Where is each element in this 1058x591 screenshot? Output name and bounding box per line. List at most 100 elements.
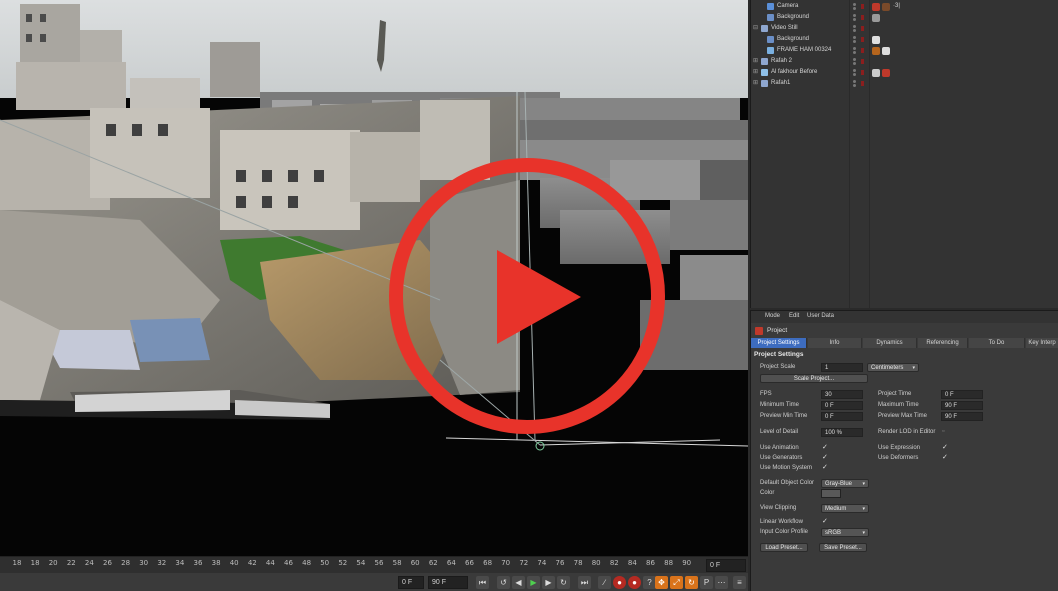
default-object-color-dropdown[interactable]: Gray-Blue ▾ [821, 479, 869, 488]
use-generators-checkbox[interactable]: ✓ [822, 454, 829, 461]
minimum-time-label: Minimum Time [760, 402, 800, 408]
level-of-detail-field[interactable]: 100 % [821, 428, 863, 437]
menu-user-data[interactable]: User Data [807, 313, 834, 319]
color-swatch[interactable] [821, 489, 841, 498]
step-back-button[interactable]: ◀ [512, 576, 525, 589]
timeline-ruler[interactable]: 18 18 20 22 24 26 28 30 32 34 36 38 40 42 44 46 48 50 52 54… [0, 557, 748, 573]
preview-min-time-field[interactable]: 0 F [821, 412, 863, 421]
object-name[interactable]: Al fakhour Before [771, 67, 817, 78]
object-row[interactable]: ⊟ Video Still [751, 23, 1058, 34]
object-name[interactable]: Background [777, 34, 809, 45]
record-pla-button[interactable]: ⋯ [715, 576, 728, 589]
visibility-toggle[interactable] [851, 13, 859, 22]
tab-referencing[interactable]: Referencing [918, 338, 968, 348]
object-row[interactable]: Background [751, 12, 1058, 23]
go-to-start-button[interactable]: ⏮ [476, 576, 489, 589]
timeline-end-field[interactable]: 90 F [428, 576, 468, 589]
menu-mode[interactable]: Mode [765, 313, 780, 319]
attribute-menubar: Mode Edit User Data [751, 311, 1058, 323]
expander-icon[interactable]: ⊟ [753, 23, 758, 34]
use-deformers-checkbox[interactable]: ✓ [942, 454, 949, 461]
tab-key-interpolation[interactable]: Key Interp [1026, 338, 1058, 348]
use-animation-checkbox[interactable]: ✓ [822, 444, 829, 451]
go-to-end-button[interactable]: ⏭ [578, 576, 591, 589]
3d-viewport[interactable] [0, 0, 748, 556]
timeline-tick-label: 20 [48, 559, 58, 567]
object-row[interactable]: Camera ·3| [751, 1, 1058, 12]
object-tag-icon[interactable] [872, 14, 880, 22]
current-frame-field[interactable]: 0 F [706, 559, 746, 572]
expander-icon[interactable]: ⊞ [753, 67, 758, 78]
autokey-button[interactable]: ∕ [598, 576, 611, 589]
play-forward-button[interactable]: ▶ [527, 576, 540, 589]
record-scale-button[interactable]: ⤢ [670, 576, 683, 589]
maximum-time-field[interactable]: 90 F [941, 401, 983, 410]
project-scale-field[interactable]: 1 [821, 363, 863, 372]
project-scale-unit-dropdown[interactable]: Centimeters ▾ [867, 363, 919, 372]
render-lod-checkbox[interactable]: ▫ [942, 428, 949, 435]
play-video-button[interactable] [385, 154, 669, 438]
timeline-tick-label: 22 [66, 559, 76, 567]
view-clipping-dropdown[interactable]: Medium ▾ [821, 504, 869, 513]
record-position-button[interactable]: ✥ [655, 576, 668, 589]
attribute-tabs: Project Settings Info Dynamics Referenci… [751, 338, 1058, 348]
previous-key-button[interactable]: ↺ [497, 576, 510, 589]
visibility-toggle[interactable] [851, 68, 859, 77]
object-name[interactable]: FRAME HAM 00324 [777, 45, 831, 56]
menu-edit[interactable]: Edit [789, 313, 799, 319]
object-name[interactable]: Rafah1 [771, 78, 790, 89]
record-parameter-button[interactable]: P [700, 576, 713, 589]
object-tag-icon[interactable] [872, 3, 880, 11]
autokeying-button[interactable]: ● [628, 576, 641, 589]
visibility-toggle[interactable] [851, 24, 859, 33]
object-name[interactable]: Video Still [771, 23, 798, 34]
save-preset-button[interactable]: Save Preset... [819, 543, 867, 552]
visibility-toggle[interactable] [851, 35, 859, 44]
timeline-menu-button[interactable]: ≡ [733, 576, 746, 589]
input-color-profile-dropdown[interactable]: sRGB ▾ [821, 528, 869, 537]
visibility-toggle[interactable] [851, 57, 859, 66]
next-key-button[interactable]: ↻ [557, 576, 570, 589]
expander-icon[interactable]: ⊞ [753, 78, 758, 89]
object-row[interactable]: ⊞ Rafah 2 [751, 56, 1058, 67]
tab-project-settings[interactable]: Project Settings [751, 338, 807, 348]
object-name[interactable]: Background [777, 12, 809, 23]
object-name[interactable]: Camera [777, 1, 798, 12]
use-deformers-label: Use Deformers [878, 455, 919, 461]
use-motion-system-checkbox[interactable]: ✓ [822, 464, 829, 471]
scale-project-button[interactable]: Scale Project... [760, 374, 868, 383]
object-row[interactable]: Background [751, 34, 1058, 45]
object-tag-icon[interactable] [872, 47, 880, 55]
object-name[interactable]: Rafah 2 [771, 56, 792, 67]
linear-workflow-checkbox[interactable]: ✓ [822, 518, 829, 525]
project-time-field[interactable]: 0 F [941, 390, 983, 399]
tab-to-do[interactable]: To Do [969, 338, 1025, 348]
object-tag-icon[interactable] [882, 47, 890, 55]
visibility-toggle[interactable] [851, 46, 859, 55]
timeline-tick-label: 36 [193, 559, 203, 567]
object-tag-icon[interactable] [882, 69, 890, 77]
preview-max-time-field[interactable]: 90 F [941, 412, 983, 421]
tab-dynamics[interactable]: Dynamics [863, 338, 917, 348]
load-preset-button[interactable]: Load Preset... [760, 543, 808, 552]
fps-field[interactable]: 30 [821, 390, 863, 399]
layer-flag [861, 81, 864, 86]
use-expression-checkbox[interactable]: ✓ [942, 444, 949, 451]
object-row[interactable]: FRAME HAM 00324 [751, 45, 1058, 56]
object-row[interactable]: ⊞ Al fakhour Before [751, 67, 1058, 78]
object-row[interactable]: ⊞ Rafah1 [751, 78, 1058, 89]
timeline-tick-label: 84 [627, 559, 637, 567]
object-tag-icon[interactable] [872, 69, 880, 77]
record-button[interactable]: ● [613, 576, 626, 589]
step-forward-button[interactable]: ▶ [542, 576, 555, 589]
timeline-start-field[interactable]: 0 F [398, 576, 424, 589]
visibility-toggle[interactable] [851, 2, 859, 11]
object-tag-icon[interactable] [882, 3, 890, 11]
object-tag-icon[interactable] [872, 36, 880, 44]
visibility-toggle[interactable] [851, 79, 859, 88]
minimum-time-field[interactable]: 0 F [821, 401, 863, 410]
record-rotation-button[interactable]: ↻ [685, 576, 698, 589]
attribute-title: Project [767, 327, 788, 334]
expander-icon[interactable]: ⊞ [753, 56, 758, 67]
tab-info[interactable]: Info [808, 338, 862, 348]
